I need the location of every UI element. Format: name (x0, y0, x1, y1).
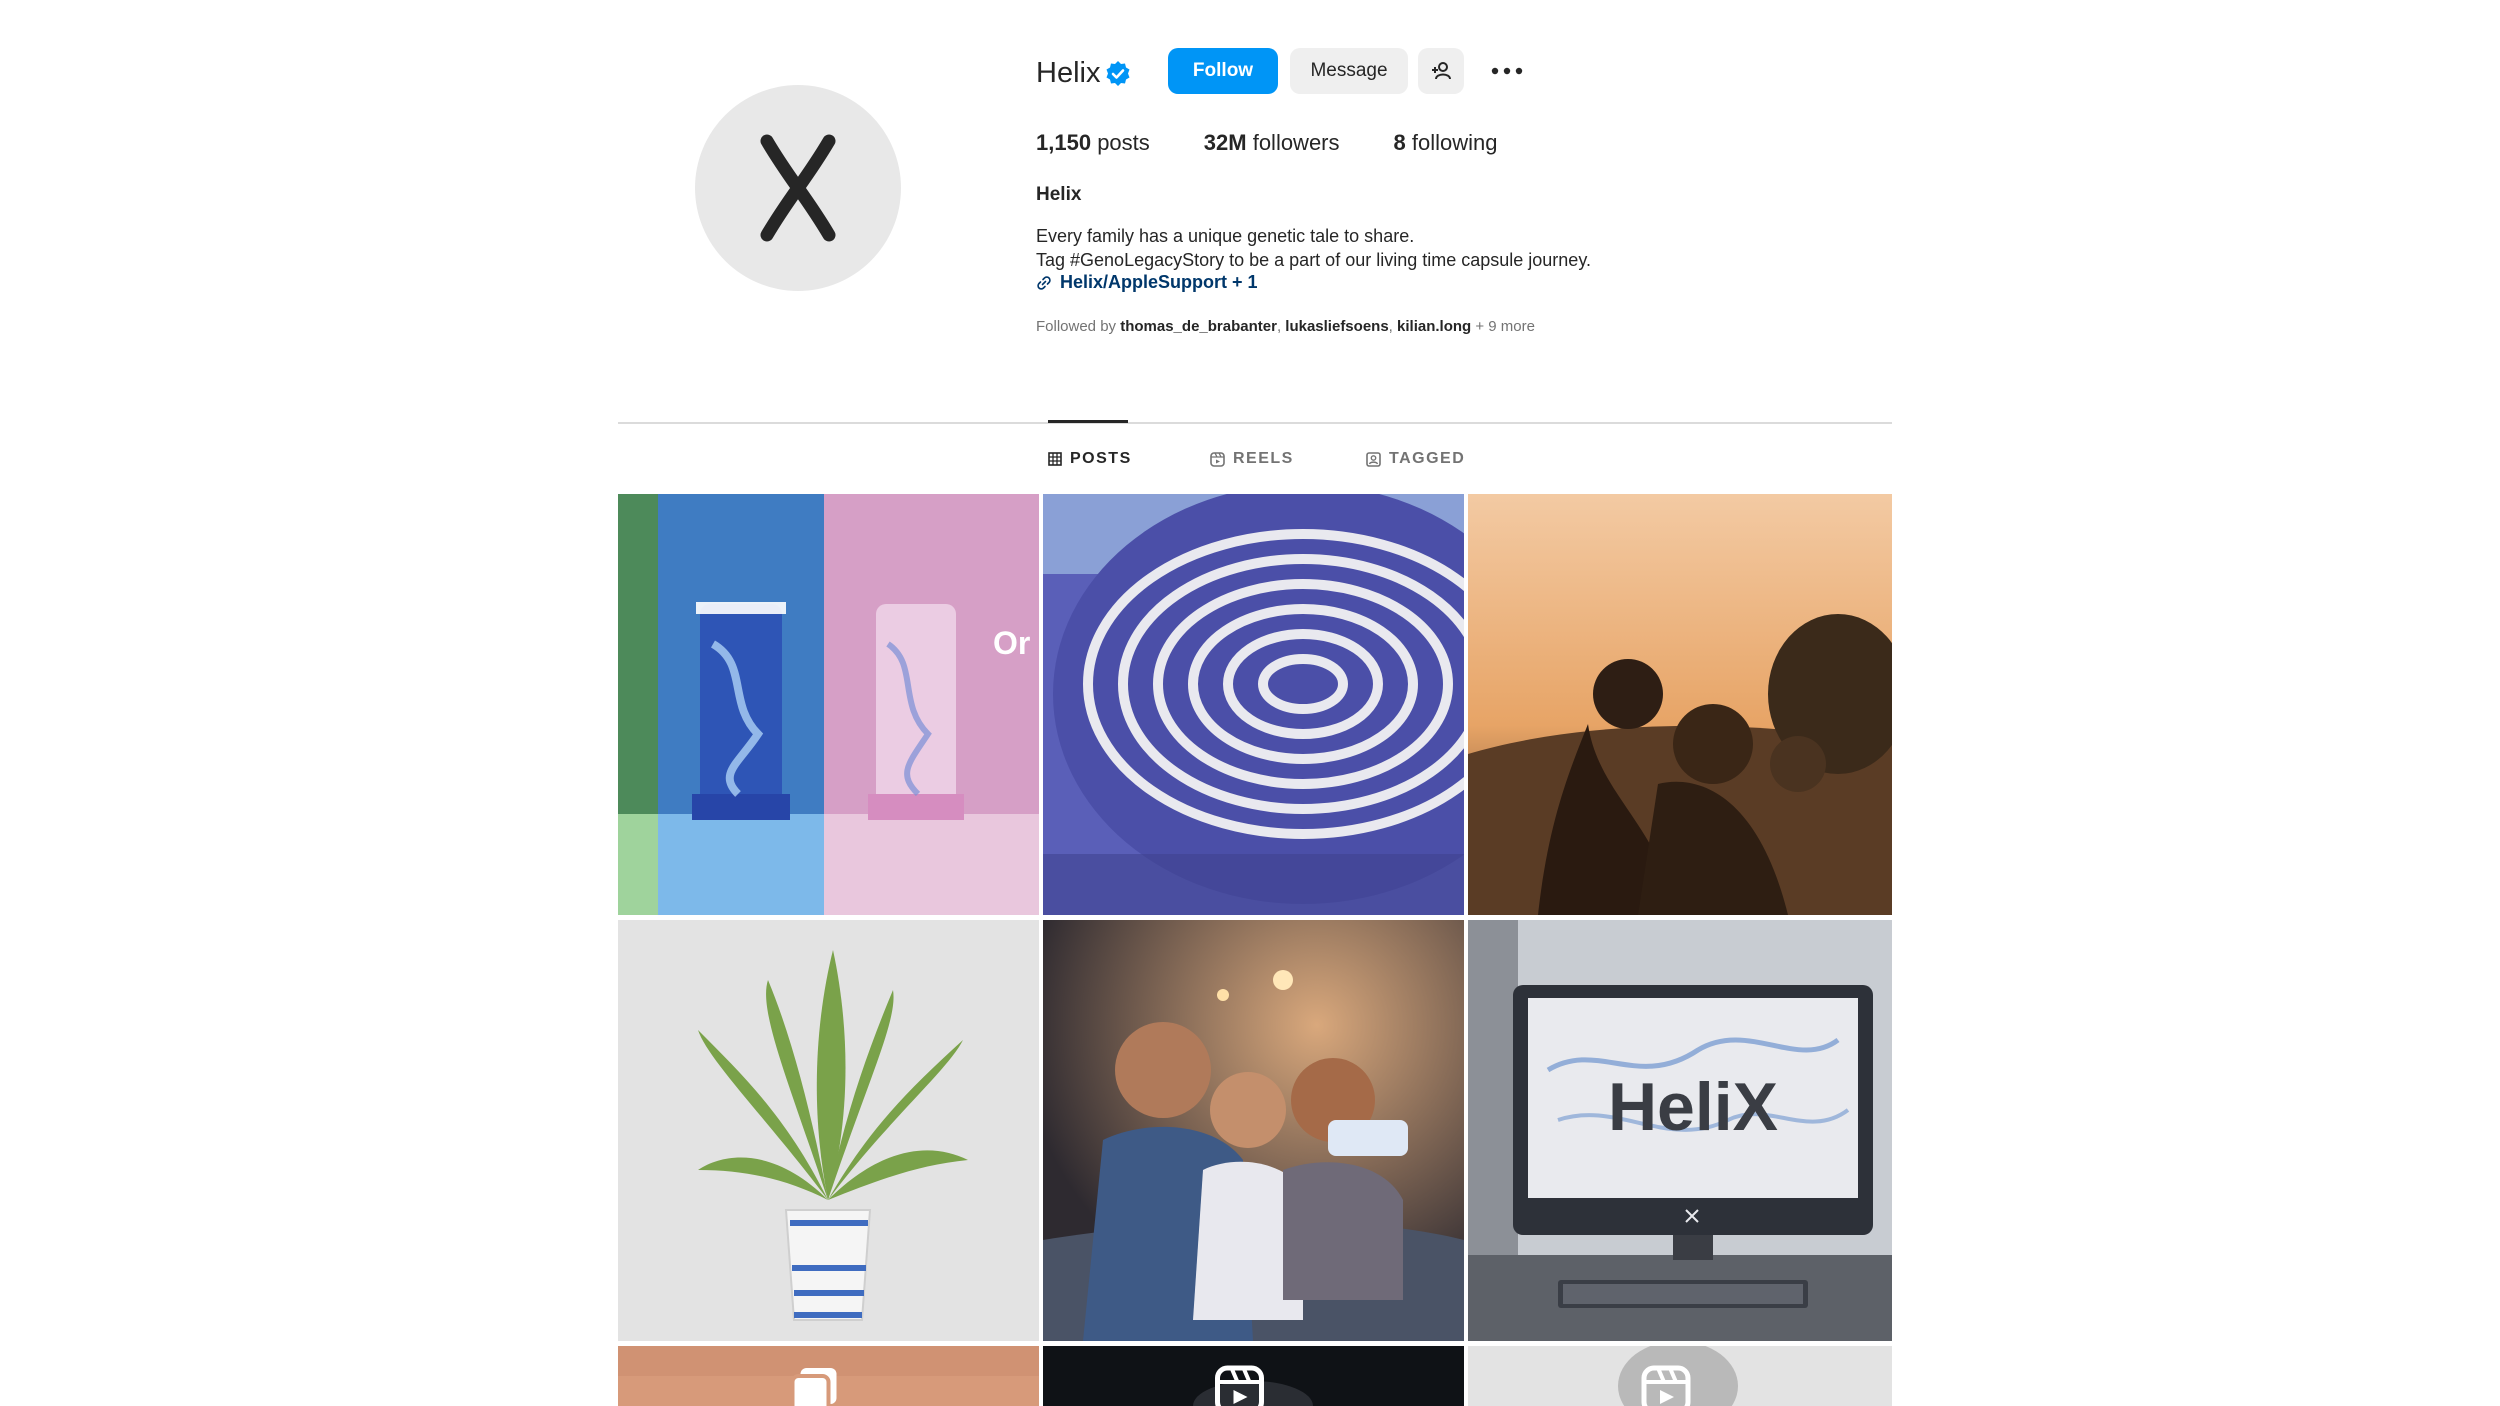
follower-name[interactable]: thomas_de_brabanter (1120, 318, 1277, 335)
tabs-divider (618, 422, 1892, 424)
monitor-logo-text: HeliX (1608, 1069, 1778, 1145)
bio-line: Tag #GenoLegacyStory to be a part of our… (1036, 250, 1591, 270)
bio-line: Every family has a unique genetic tale t… (1036, 226, 1415, 246)
fingerprint-image (1043, 494, 1464, 915)
followed-by[interactable]: Followed by thomas_de_brabanter, lukasli… (1036, 318, 1535, 335)
reel-icon (1641, 1365, 1691, 1406)
message-button[interactable]: Message (1290, 48, 1408, 94)
post-tile[interactable]: HeliX (1468, 920, 1892, 1341)
suggest-people-button[interactable] (1418, 48, 1464, 94)
profile-bio: Every family has a unique genetic tale t… (1036, 224, 1591, 272)
post-tile[interactable] (618, 1346, 1039, 1406)
post-tile[interactable] (1043, 920, 1464, 1341)
post-tile[interactable] (1468, 494, 1892, 915)
tab-reels[interactable]: REELS (1210, 450, 1294, 468)
carousel-icon (790, 1368, 837, 1406)
plant-pot-image (618, 920, 1039, 1341)
post-tile[interactable]: Or new (618, 494, 1039, 915)
reels-icon (1210, 451, 1225, 467)
more-options-button[interactable] (1484, 48, 1530, 94)
tube-product-image: Or new (618, 494, 1039, 915)
tab-posts[interactable]: POSTS (1048, 450, 1132, 468)
post-tile[interactable] (1468, 1346, 1892, 1406)
profile-stats: 1,150 posts 32M followers 8 following (1036, 128, 1498, 158)
verified-badge-icon (1106, 61, 1130, 86)
tab-tagged[interactable]: TAGGED (1366, 450, 1465, 468)
followed-by-more[interactable]: + 9 more (1475, 318, 1535, 335)
add-person-icon (1432, 62, 1451, 80)
profile-full-name: Helix (1036, 184, 1082, 205)
profile-avatar[interactable] (695, 85, 901, 291)
link-icon (1037, 275, 1051, 290)
profile-link[interactable]: Helix/AppleSupport + 1 (1036, 272, 1258, 293)
following-stat[interactable]: 8 following (1394, 128, 1498, 158)
reel-icon (1215, 1365, 1264, 1406)
tube-image-text: Or new (993, 625, 1039, 661)
more-dots-icon (1491, 67, 1523, 75)
family-sunset-image (1468, 494, 1892, 915)
family-couch-image (1043, 920, 1464, 1341)
follower-name[interactable]: lukasliefsoens (1285, 318, 1388, 335)
follower-name[interactable]: kilian.long (1397, 318, 1471, 335)
link-text[interactable]: Helix/AppleSupport + 1 (1060, 272, 1258, 293)
post-tile[interactable] (1043, 494, 1464, 915)
followers-stat[interactable]: 32M followers (1204, 128, 1340, 158)
active-tab-indicator (1048, 420, 1128, 423)
tagged-icon (1366, 451, 1381, 467)
follow-button[interactable]: Follow (1168, 48, 1278, 94)
profile-username: Helix (1036, 57, 1101, 89)
post-tile[interactable] (1043, 1346, 1464, 1406)
monitor-helix-image: HeliX (1468, 920, 1892, 1341)
posts-stat: 1,150 posts (1036, 130, 1150, 155)
post-tile[interactable] (618, 920, 1039, 1341)
grid-icon (1048, 452, 1062, 466)
